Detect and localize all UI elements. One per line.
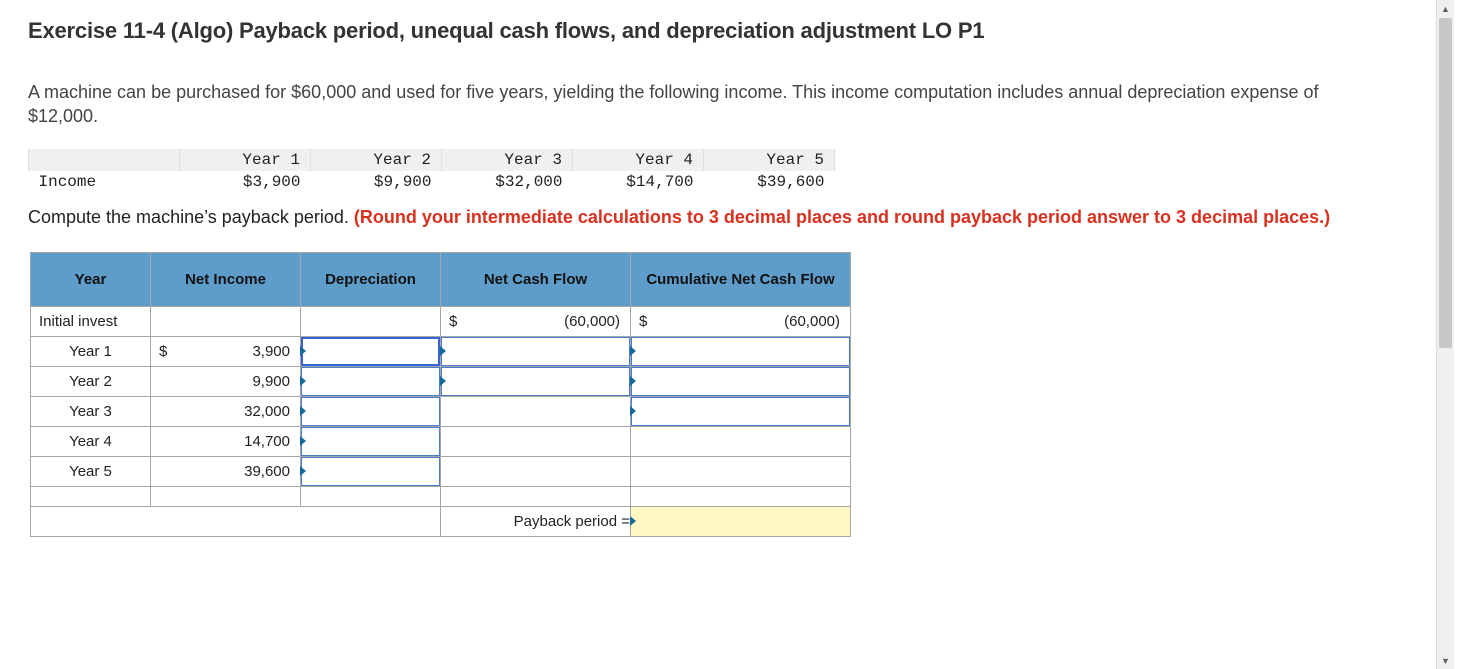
income-value: $39,600 bbox=[704, 171, 835, 193]
table-row-year-5: Year 5 39,600 bbox=[31, 456, 851, 486]
col-header-year: Year bbox=[31, 252, 151, 306]
table-row-year-1: Year 1 $ 3,900 bbox=[31, 336, 851, 366]
row-label: Year 4 bbox=[31, 426, 151, 456]
cell-handle-icon bbox=[630, 516, 636, 526]
blank-cell bbox=[31, 506, 441, 536]
net-cash-flow-input[interactable] bbox=[441, 396, 631, 426]
net-income-cell[interactable]: 14,700 bbox=[151, 426, 301, 456]
table-row-year-4: Year 4 14,700 bbox=[31, 426, 851, 456]
income-row-label: Income bbox=[29, 171, 180, 193]
net-income-value: 3,900 bbox=[167, 343, 290, 360]
col-header-cumulative: Cumulative Net Cash Flow bbox=[631, 252, 851, 306]
instruction-plain: Compute the machine’s payback period. bbox=[28, 207, 354, 227]
cumulative-input[interactable] bbox=[631, 456, 851, 486]
col-header-depreciation: Depreciation bbox=[301, 252, 441, 306]
net-income-cell[interactable]: 9,900 bbox=[151, 366, 301, 396]
row-label: Year 5 bbox=[31, 456, 151, 486]
cell-handle-icon bbox=[300, 376, 306, 386]
row-label: Initial invest bbox=[31, 306, 151, 336]
spacer-row bbox=[31, 486, 851, 506]
cell-handle-icon bbox=[440, 346, 446, 356]
row-label: Year 2 bbox=[31, 366, 151, 396]
payback-period-input[interactable] bbox=[631, 506, 851, 536]
currency-sign: $ bbox=[159, 343, 167, 360]
col-header-net-income: Net Income bbox=[151, 252, 301, 306]
net-income-value: 39,600 bbox=[159, 463, 290, 480]
cell-handle-icon bbox=[300, 436, 306, 446]
ncf-value: (60,000) bbox=[457, 313, 620, 330]
cumulative-input[interactable] bbox=[631, 426, 851, 456]
scroll-up-button[interactable]: ▲ bbox=[1437, 0, 1454, 17]
exercise-title: Exercise 11-4 (Algo) Payback period, une… bbox=[28, 18, 1432, 44]
cumulative-input[interactable] bbox=[631, 336, 851, 366]
cell-handle-icon bbox=[630, 406, 636, 416]
cell-handle-icon bbox=[300, 406, 306, 416]
cell-handle-icon bbox=[300, 346, 306, 356]
income-year-header: Year 2 bbox=[311, 149, 442, 171]
depreciation-input[interactable] bbox=[301, 426, 441, 456]
instruction-emphasis: (Round your intermediate calculations to… bbox=[354, 207, 1330, 227]
vertical-scrollbar[interactable]: ▲ ▼ bbox=[1436, 0, 1454, 669]
depreciation-input[interactable] bbox=[301, 396, 441, 426]
page: Exercise 11-4 (Algo) Payback period, une… bbox=[0, 0, 1454, 669]
income-value: $32,000 bbox=[442, 171, 573, 193]
instruction-line: Compute the machine’s payback period. (R… bbox=[28, 207, 1432, 228]
net-income-cell[interactable]: 39,600 bbox=[151, 456, 301, 486]
depreciation-cell[interactable] bbox=[301, 306, 441, 336]
net-income-value: 9,900 bbox=[159, 373, 290, 390]
net-cash-flow-input[interactable] bbox=[441, 456, 631, 486]
income-year-header: Year 3 bbox=[442, 149, 573, 171]
problem-paragraph: A machine can be purchased for $60,000 a… bbox=[28, 80, 1348, 129]
income-value: $14,700 bbox=[573, 171, 704, 193]
cell-handle-icon bbox=[440, 376, 446, 386]
cumulative-input[interactable] bbox=[631, 396, 851, 426]
col-header-net-cash-flow: Net Cash Flow bbox=[441, 252, 631, 306]
cumulative-input[interactable] bbox=[631, 366, 851, 396]
income-value: $3,900 bbox=[180, 171, 311, 193]
table-row-year-2: Year 2 9,900 bbox=[31, 366, 851, 396]
row-label: Year 1 bbox=[31, 336, 151, 366]
net-income-cell[interactable] bbox=[151, 306, 301, 336]
income-year-header: Year 5 bbox=[704, 149, 835, 171]
cell-handle-icon bbox=[630, 376, 636, 386]
income-table: Year 1 Year 2 Year 3 Year 4 Year 5 Incom… bbox=[28, 149, 835, 193]
net-cash-flow-input[interactable] bbox=[441, 366, 631, 396]
net-income-cell[interactable]: $ 3,900 bbox=[151, 336, 301, 366]
net-cash-flow-input[interactable] bbox=[441, 336, 631, 366]
net-income-cell[interactable]: 32,000 bbox=[151, 396, 301, 426]
income-value: $9,900 bbox=[311, 171, 442, 193]
depreciation-input[interactable] bbox=[301, 336, 441, 366]
row-label: Year 3 bbox=[31, 396, 151, 426]
table-row-year-3: Year 3 32,000 bbox=[31, 396, 851, 426]
cell-handle-icon bbox=[630, 346, 636, 356]
income-year-header: Year 1 bbox=[180, 149, 311, 171]
depreciation-input[interactable] bbox=[301, 456, 441, 486]
currency-sign: $ bbox=[449, 313, 457, 330]
net-income-value: 32,000 bbox=[159, 403, 290, 420]
worksheet-table: Year Net Income Depreciation Net Cash Fl… bbox=[30, 252, 851, 537]
cum-value: (60,000) bbox=[647, 313, 840, 330]
income-table-corner bbox=[29, 149, 180, 171]
income-year-header: Year 4 bbox=[573, 149, 704, 171]
table-row-initial-invest: Initial invest $ (60,000) $ (60,000) bbox=[31, 306, 851, 336]
net-cash-flow-cell: $ (60,000) bbox=[441, 306, 631, 336]
net-cash-flow-input[interactable] bbox=[441, 426, 631, 456]
depreciation-input[interactable] bbox=[301, 366, 441, 396]
scroll-down-button[interactable]: ▼ bbox=[1437, 652, 1454, 669]
currency-sign: $ bbox=[639, 313, 647, 330]
net-income-value: 14,700 bbox=[159, 433, 290, 450]
payback-period-label: Payback period = bbox=[441, 506, 631, 536]
scrollbar-thumb[interactable] bbox=[1439, 18, 1452, 348]
payback-period-row: Payback period = bbox=[31, 506, 851, 536]
cumulative-cell: $ (60,000) bbox=[631, 306, 851, 336]
cell-handle-icon bbox=[300, 466, 306, 476]
